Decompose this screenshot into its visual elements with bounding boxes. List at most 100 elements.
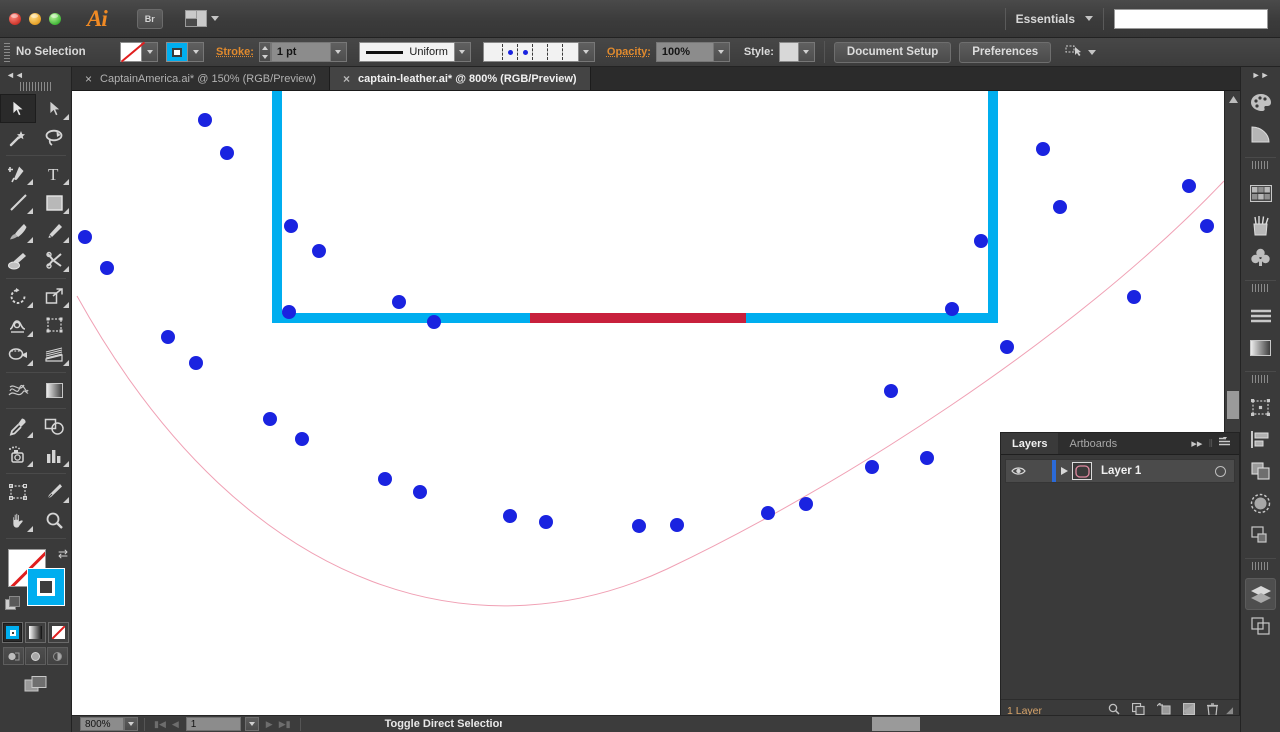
pencil-tool[interactable]	[36, 217, 72, 246]
document-tab-captain-leather[interactable]: × captain-leather.ai* @ 800% (RGB/Previe…	[330, 67, 591, 90]
free-transform-tool[interactable]	[36, 311, 72, 340]
blend-tool[interactable]	[36, 412, 72, 441]
dock-drag-grip[interactable]	[1252, 161, 1269, 169]
anchor-point[interactable]	[1127, 290, 1141, 304]
anchor-point[interactable]	[284, 219, 298, 233]
zoom-tool[interactable]	[36, 506, 72, 535]
zoom-window-button[interactable]	[49, 13, 61, 25]
panel-menu-icon[interactable]	[1219, 437, 1232, 450]
mesh-tool[interactable]	[0, 376, 36, 405]
transform-panel-icon[interactable]	[1241, 391, 1280, 423]
color-mode-button[interactable]	[2, 622, 23, 643]
rectangle-tool[interactable]	[36, 188, 72, 217]
style-dropdown-button[interactable]	[799, 42, 815, 62]
anchor-point[interactable]	[378, 472, 392, 486]
anchor-point[interactable]	[189, 356, 203, 370]
align-to-options-icon[interactable]	[1065, 43, 1083, 61]
next-page-icon[interactable]: ▶	[263, 719, 276, 730]
magic-wand-tool[interactable]	[0, 123, 36, 152]
layer-name[interactable]: Layer 1	[1101, 465, 1141, 477]
vertical-scroll-thumb[interactable]	[1227, 391, 1239, 419]
anchor-point[interactable]	[799, 497, 813, 511]
slice-tool[interactable]	[36, 477, 72, 506]
tab-layers[interactable]: Layers	[1001, 433, 1058, 454]
expand-dock-button[interactable]: ►►	[1241, 67, 1280, 82]
close-window-button[interactable]	[9, 13, 21, 25]
symbol-sprayer-tool[interactable]	[0, 441, 36, 470]
document-tab-captainamerica[interactable]: × CaptainAmerica.ai* @ 150% (RGB/Preview…	[72, 67, 330, 90]
fill-color-swatch[interactable]	[120, 42, 142, 62]
anchor-point[interactable]	[100, 261, 114, 275]
drag-grip[interactable]	[4, 43, 10, 62]
dock-drag-grip[interactable]	[1252, 562, 1269, 570]
fill-dropdown-button[interactable]	[142, 42, 158, 62]
page-number-value[interactable]: 1	[186, 717, 241, 731]
profile-dropdown-button[interactable]	[455, 42, 471, 62]
swatches-panel-icon[interactable]	[1241, 177, 1280, 209]
zoom-level-value[interactable]: 800%	[80, 717, 124, 731]
anchor-point[interactable]	[632, 519, 646, 533]
stroke-weight-stepper[interactable]	[259, 42, 271, 62]
column-graph-tool[interactable]	[36, 441, 72, 470]
anchor-point[interactable]	[295, 432, 309, 446]
color-guide-panel-icon[interactable]	[1241, 118, 1280, 150]
shape-builder-tool[interactable]	[0, 340, 36, 369]
anchor-point[interactable]	[161, 330, 175, 344]
anchor-point[interactable]	[1200, 219, 1214, 233]
anchor-point[interactable]	[920, 451, 934, 465]
opacity-value[interactable]: 100%	[656, 42, 714, 62]
anchor-point[interactable]	[78, 230, 92, 244]
anchor-point[interactable]	[198, 113, 212, 127]
previous-page-icon[interactable]: ◀	[169, 719, 182, 730]
draw-behind-icon[interactable]	[25, 647, 46, 665]
anchor-point[interactable]	[1182, 179, 1196, 193]
opacity-label[interactable]: Opacity:	[607, 46, 651, 58]
stroke-weight-dropdown-button[interactable]	[331, 42, 347, 62]
dock-drag-grip[interactable]	[1252, 375, 1269, 383]
anchor-point[interactable]	[1000, 340, 1014, 354]
dock-drag-grip[interactable]	[1252, 284, 1269, 292]
pathfinder-panel-icon[interactable]	[1241, 455, 1280, 487]
type-tool[interactable]: T	[36, 159, 72, 188]
scroll-up-icon[interactable]	[1225, 91, 1240, 107]
first-page-icon[interactable]: ▮◀	[151, 719, 169, 730]
transparency-panel-icon[interactable]	[1241, 487, 1280, 519]
anchor-point[interactable]	[392, 295, 406, 309]
brushes-panel-icon[interactable]	[1241, 209, 1280, 241]
brush-dropdown-button[interactable]	[579, 42, 595, 62]
artboard-tool[interactable]	[0, 477, 36, 506]
hand-tool[interactable]	[0, 506, 36, 535]
anchor-point[interactable]	[865, 460, 879, 474]
screen-mode-button[interactable]	[0, 675, 71, 693]
close-icon[interactable]: ×	[85, 73, 92, 85]
stroke-weight-label[interactable]: Stroke:	[216, 46, 254, 58]
eraser-tool[interactable]	[36, 246, 72, 275]
collapse-tools-button[interactable]: ◄◄	[0, 67, 71, 82]
line-segment-tool[interactable]	[0, 188, 36, 217]
selection-tool[interactable]	[0, 94, 36, 123]
gradient-mode-button[interactable]	[25, 622, 46, 643]
brush-definition-swatch[interactable]	[483, 42, 579, 62]
visibility-toggle-icon[interactable]	[1006, 466, 1030, 476]
search-input[interactable]	[1114, 9, 1268, 29]
horizontal-scroll-thumb[interactable]	[872, 717, 920, 731]
anchor-point[interactable]	[884, 384, 898, 398]
stroke-color-swatch[interactable]	[166, 42, 188, 62]
default-fill-stroke-icon[interactable]	[5, 596, 19, 610]
artboards-panel-icon[interactable]	[1241, 519, 1280, 551]
anchor-point[interactable]	[974, 234, 988, 248]
selected-rectangle-path[interactable]	[272, 91, 998, 323]
gradient-panel-icon[interactable]	[1241, 332, 1280, 364]
rotate-tool[interactable]	[0, 282, 36, 311]
workspace-switcher-label[interactable]: Essentials	[1006, 12, 1085, 26]
draw-normal-icon[interactable]	[3, 647, 24, 665]
anchor-point[interactable]	[413, 485, 427, 499]
layers-list[interactable]: Layer 1	[1001, 459, 1239, 699]
page-number-dropdown[interactable]	[245, 717, 259, 731]
anchor-point[interactable]	[427, 315, 441, 329]
none-mode-button[interactable]	[48, 622, 69, 643]
close-icon[interactable]: ×	[343, 73, 350, 85]
anchor-point[interactable]	[263, 412, 277, 426]
chevron-down-icon[interactable]	[1085, 16, 1093, 21]
color-panel-icon[interactable]	[1241, 86, 1280, 118]
